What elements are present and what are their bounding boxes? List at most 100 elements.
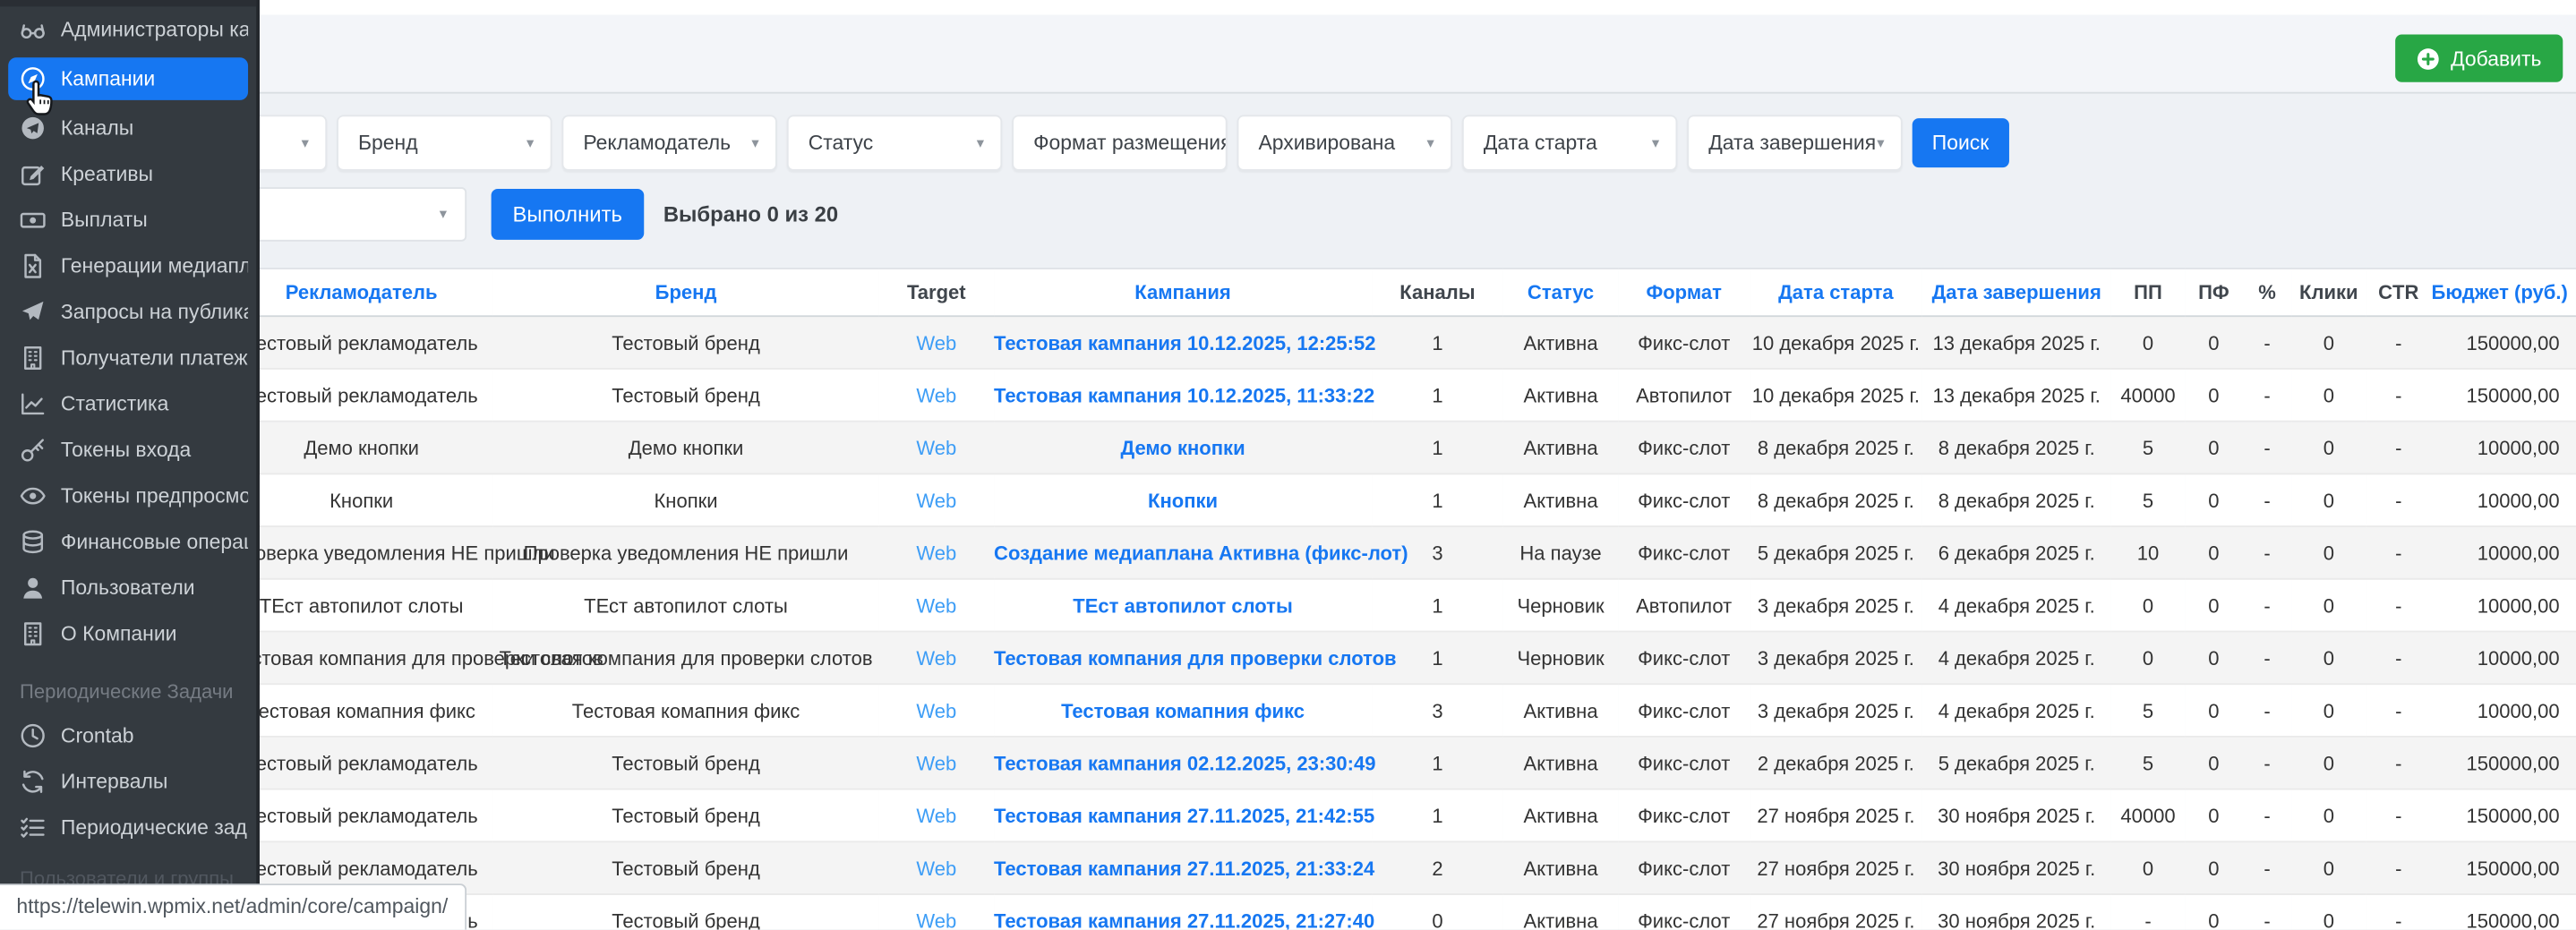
clock-icon (20, 722, 46, 748)
cell-campaign[interactable]: Тестовая кампания 27.11.2025, 21:42:55 (994, 789, 1372, 842)
sidebar-item-sync[interactable]: Интервалы (8, 759, 248, 805)
cell-pp: 0 (2111, 841, 2186, 894)
cell-clicks: 0 (2292, 579, 2366, 632)
sidebar-item-label: Выплаты (61, 209, 148, 232)
cell-campaign[interactable]: Тестовая кампания 27.11.2025, 21:33:24 (994, 841, 1372, 894)
column-header-campaign[interactable]: Кампания (994, 269, 1372, 316)
sidebar-item-edit[interactable]: Креативы (8, 151, 248, 197)
cell-date_start: 2 декабря 2025 г. (1750, 737, 1922, 789)
cell-target[interactable]: Web (879, 631, 994, 684)
hand-cursor-icon (21, 79, 59, 120)
cell-channels: 3 (1372, 684, 1503, 737)
cell-budget: 10000,00 (2432, 474, 2576, 526)
filter-dropdown[interactable]: Дата старта▾ (1462, 115, 1677, 170)
sidebar-item-label: О Компании (61, 622, 177, 645)
add-button[interactable]: Добавить (2395, 35, 2563, 82)
cell-pp: - (2111, 894, 2186, 930)
cell-clicks: 0 (2292, 474, 2366, 526)
table-row: Тестовый рекламодательТестовый брендWebТ… (181, 369, 2576, 422)
column-header-brand[interactable]: Бренд (492, 269, 878, 316)
search-button[interactable]: Поиск (1913, 118, 2009, 167)
sidebar-item-chart-line[interactable]: Статистика (8, 381, 248, 427)
cell-date_start: 3 декабря 2025 г. (1750, 579, 1922, 632)
cell-budget: 150000,00 (2432, 369, 2576, 422)
sidebar-item-clock[interactable]: Crontab (8, 712, 248, 758)
cell-brand: Тестовый бренд (492, 789, 878, 842)
filter-dropdown[interactable]: Архивирована▾ (1237, 115, 1452, 170)
filter-dropdown[interactable]: Бренд▾ (337, 115, 552, 170)
sidebar-top-strip (0, 0, 256, 6)
column-header-budget[interactable]: Бюджет (руб.) (2432, 269, 2576, 316)
column-header-date_start[interactable]: Дата старта (1750, 269, 1922, 316)
sidebar-item-coins[interactable]: Финансовые операции (8, 519, 248, 565)
sidebar-item-building[interactable]: О Компании (8, 611, 248, 657)
sidebar-item-label: Пользователи (61, 576, 195, 600)
filter-dropdown[interactable]: Статус▾ (787, 115, 1002, 170)
cell-campaign[interactable]: Тестовая кампания 27.11.2025, 21:27:40 (994, 894, 1372, 930)
column-header-date_end[interactable]: Дата завершения (1922, 269, 2111, 316)
cell-target[interactable]: Web (879, 526, 994, 579)
sidebar-item-glasses[interactable]: Администраторы каналов (8, 6, 248, 52)
cell-target[interactable]: Web (879, 789, 994, 842)
cell-campaign[interactable]: Создание медиаплана Активна (фикс-лот) (994, 526, 1372, 579)
sidebar-item-user[interactable]: Пользователи (8, 565, 248, 610)
cell-target[interactable]: Web (879, 422, 994, 474)
column-header-status[interactable]: Статус (1503, 269, 1618, 316)
filter-dropdown[interactable]: Формат размещения▾ (1012, 115, 1227, 170)
cell-target[interactable]: Web (879, 894, 994, 930)
sidebar-item-eye[interactable]: Токены предпросмотра (8, 473, 248, 518)
cell-campaign[interactable]: Демо кнопки (994, 422, 1372, 474)
cell-target[interactable]: Web (879, 841, 994, 894)
cell-target[interactable]: Web (879, 684, 994, 737)
filter-dropdown[interactable]: Дата завершения▾ (1687, 115, 1902, 170)
cell-brand: Тестовый бренд (492, 316, 878, 369)
cell-channels: 1 (1372, 369, 1503, 422)
cell-campaign[interactable]: Тестовая кампания 10.12.2025, 11:33:22 (994, 369, 1372, 422)
sidebar-item-key[interactable]: Токены входа (8, 427, 248, 473)
cell-ctr: - (2366, 316, 2431, 369)
column-header-pct: % (2243, 269, 2292, 316)
cell-date_start: 27 ноября 2025 г. (1750, 789, 1922, 842)
cell-target[interactable]: Web (879, 474, 994, 526)
cell-date_end: 13 декабря 2025 г. (1922, 316, 2111, 369)
table-row: Тестовая компания для проверки слотов Тес… (181, 631, 2576, 684)
cell-campaign[interactable]: Тестовая кампания 10.12.2025, 12:25:52 (994, 316, 1372, 369)
sidebar-item-label: Генерации медиапланов (61, 254, 248, 277)
cell-status: Черновик (1503, 631, 1618, 684)
sidebar-item-money[interactable]: Выплаты (8, 197, 248, 243)
cell-pct: - (2243, 631, 2292, 684)
cell-brand: Проверка уведомления НЕ пришли (492, 526, 878, 579)
cell-pp: 5 (2111, 737, 2186, 789)
cell-campaign[interactable]: ТЕст автопилот слоты (994, 579, 1372, 632)
cell-target[interactable]: Web (879, 737, 994, 789)
table-row: Тестовый рекламодательТестовый брендWebТ… (181, 737, 2576, 789)
cell-pf: 0 (2185, 369, 2242, 422)
run-button[interactable]: Выполнить (492, 189, 644, 240)
cell-campaign[interactable]: Тестовая компания для проверки слотов (994, 631, 1372, 684)
sidebar-item-building[interactable]: Получатели платежей (8, 335, 248, 380)
column-header-advertiser[interactable]: Рекламодатель (230, 269, 493, 316)
sidebar-item-file-excel[interactable]: Генерации медиапланов (8, 243, 248, 289)
filter-dropdown-label: Формат размещения (1033, 132, 1228, 155)
cell-pct: - (2243, 737, 2292, 789)
cell-target[interactable]: Web (879, 316, 994, 369)
cell-target[interactable]: Web (879, 579, 994, 632)
cell-pf: 0 (2185, 631, 2242, 684)
plus-circle-icon (2417, 47, 2440, 70)
cell-brand: Кнопки (492, 474, 878, 526)
table-row: Тестовый рекламодательТестовый брендWebТ… (181, 316, 2576, 369)
url-status-tooltip: https://telewin.wpmix.net/admin/core/cam… (0, 884, 466, 930)
cell-target[interactable]: Web (879, 369, 994, 422)
chevron-down-icon: ▾ (751, 135, 758, 150)
cell-campaign[interactable]: Тестовая комапния фикс (994, 684, 1372, 737)
cell-advertiser: Тестовая компания для проверки слотов (230, 631, 493, 684)
cell-pf: 0 (2185, 789, 2242, 842)
cell-campaign[interactable]: Кнопки (994, 474, 1372, 526)
cell-campaign[interactable]: Тестовая кампания 02.12.2025, 23:30:49 (994, 737, 1372, 789)
cell-status: Активна (1503, 422, 1618, 474)
sidebar-item-paper-plane[interactable]: Запросы на публикацию от (8, 289, 248, 335)
cell-pct: - (2243, 684, 2292, 737)
column-header-format[interactable]: Формат (1618, 269, 1750, 316)
filter-dropdown[interactable]: Рекламодатель▾ (562, 115, 777, 170)
sidebar-item-list-check[interactable]: Периодические задачи (8, 805, 248, 850)
